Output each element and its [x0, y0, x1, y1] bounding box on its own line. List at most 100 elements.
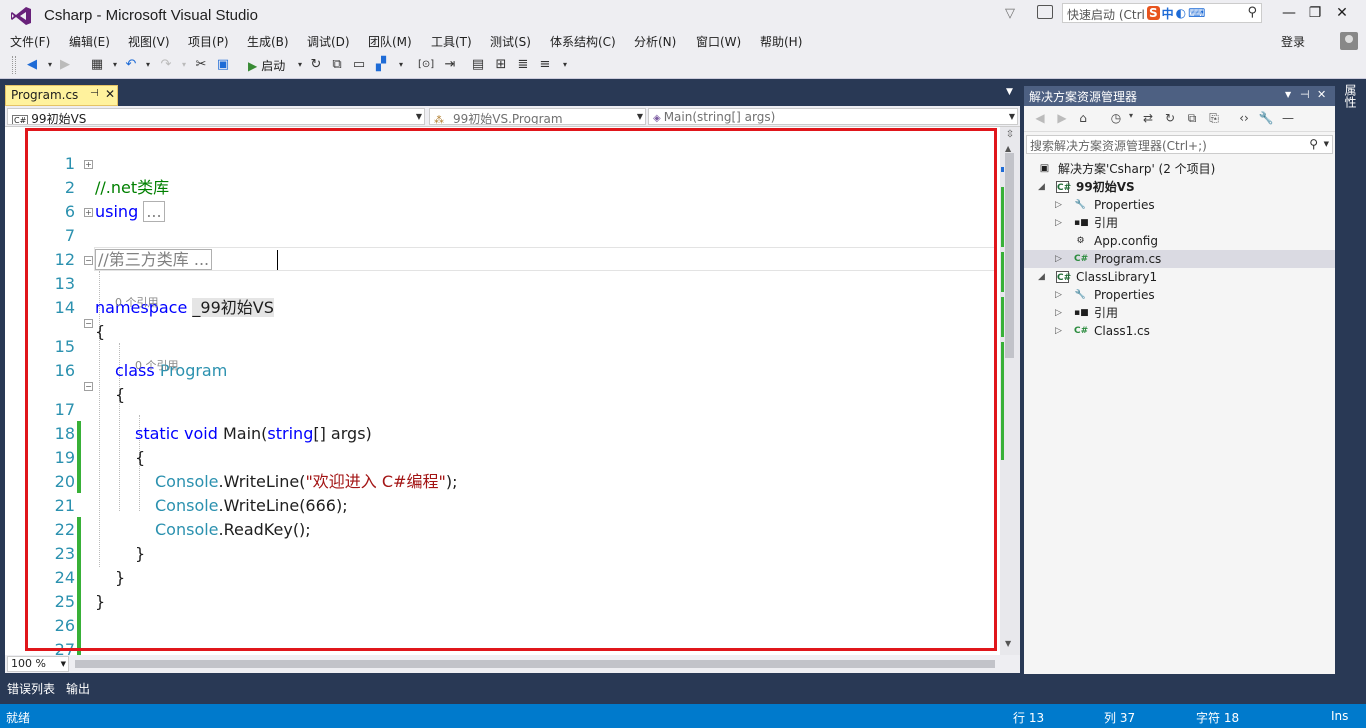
menu-debug[interactable]: 调试(D) — [307, 33, 350, 50]
show-all-files-icon[interactable]: ⎘ — [1206, 111, 1222, 127]
breakpoint-icon[interactable]: [⊙] — [418, 57, 434, 73]
feedback-icon[interactable] — [1037, 5, 1053, 19]
navigate-back-icon[interactable]: ◀ — [24, 57, 40, 73]
document-icon[interactable]: ▤ — [470, 57, 486, 73]
tree-item-properties[interactable]: ▷ 🔧 Properties — [1024, 196, 1335, 214]
collapsed-arrow-icon[interactable]: ▷ — [1055, 196, 1062, 214]
member-dropdown[interactable]: ◈ Main(string[] args) ▼ — [648, 108, 1018, 125]
preview-icon[interactable]: — — [1280, 111, 1296, 127]
pending-dropdown-icon[interactable]: ▾ — [1123, 111, 1139, 127]
collapse-region-icon[interactable]: − — [84, 382, 93, 391]
search-icon[interactable]: ⚲ — [1247, 5, 1257, 20]
ime-logo-icon[interactable]: S — [1147, 6, 1160, 20]
tree-item-project-99[interactable]: ◢ C# 99初始VS — [1024, 178, 1335, 196]
window-position-icon[interactable]: ▼ — [1285, 90, 1291, 99]
cut-icon[interactable]: ✂ — [193, 57, 209, 73]
refresh-icon[interactable]: ↻ — [1162, 111, 1178, 127]
collapsed-arrow-icon[interactable]: ▷ — [1055, 304, 1062, 322]
menu-file[interactable]: 文件(F) — [10, 33, 50, 50]
undo-icon[interactable]: ↶ — [123, 57, 139, 73]
menu-analyze[interactable]: 分析(N) — [634, 33, 676, 50]
tab-program-cs[interactable]: Program.cs ⊣ ✕ — [5, 85, 118, 106]
tree-item-references[interactable]: ▷ ▪■ 引用 — [1024, 214, 1335, 232]
tab-error-list[interactable]: 错误列表 — [7, 680, 55, 697]
collapse-all-icon[interactable]: ⧉ — [1184, 111, 1200, 127]
expand-region-icon[interactable]: + — [84, 208, 93, 217]
tree-item-properties[interactable]: ▷ 🔧 Properties — [1024, 286, 1335, 304]
minimize-button[interactable]: — — [1279, 5, 1299, 21]
maximize-button[interactable]: ❐ — [1305, 5, 1325, 21]
expanded-arrow-icon[interactable]: ◢ — [1038, 178, 1045, 196]
tab-output[interactable]: 输出 — [66, 680, 90, 697]
ime-halfwidth-icon[interactable]: ◐ — [1176, 6, 1186, 20]
horizontal-scrollbar-thumb[interactable] — [75, 660, 995, 668]
start-dropdown-icon[interactable]: ▾ — [292, 57, 308, 73]
start-debugging-button[interactable]: ▶ 启动 — [248, 57, 285, 74]
menu-edit[interactable]: 编辑(E) — [69, 33, 110, 50]
collapsed-arrow-icon[interactable]: ▷ — [1055, 286, 1062, 304]
ime-keyboard-icon[interactable]: ⌨ — [1188, 6, 1205, 20]
bookmark-icon[interactable]: ⊞ — [493, 57, 509, 73]
new-dropdown-icon[interactable]: ▾ — [107, 57, 123, 73]
collapsed-arrow-icon[interactable]: ▷ — [1055, 250, 1062, 268]
ime-toolbar[interactable]: S 中 ◐ ⌨ — [1147, 5, 1205, 21]
zoom-dropdown[interactable]: 100 % ▼ — [7, 656, 69, 672]
menu-help[interactable]: 帮助(H) — [760, 33, 802, 50]
collapsed-arrow-icon[interactable]: ▷ — [1055, 214, 1062, 232]
quick-launch-input[interactable]: 快速启动 (Ctrl S 中 ◐ ⌨ ⚲ — [1062, 3, 1262, 23]
avatar[interactable] — [1340, 32, 1358, 50]
chevron-down-icon[interactable]: ▼ — [1324, 140, 1329, 148]
undo-dropdown-icon[interactable]: ▾ — [140, 57, 156, 73]
ime-chinese-mode[interactable]: 中 — [1162, 5, 1174, 22]
close-tab-icon[interactable]: ✕ — [105, 87, 115, 101]
redo-dropdown-icon[interactable]: ▾ — [176, 57, 192, 73]
class-dropdown[interactable]: ⁂ _99初始VS.Program ▼ — [429, 108, 646, 125]
back-icon[interactable]: ◀ — [1032, 111, 1048, 127]
pin-icon[interactable]: ⊣ — [90, 88, 99, 99]
navigate-forward-icon[interactable]: ▶ — [57, 57, 73, 73]
menu-tools[interactable]: 工具(T) — [431, 33, 472, 50]
project-dropdown[interactable]: C# 99初始VS ▼ — [7, 108, 425, 125]
tree-item-references[interactable]: ▷ ▪■ 引用 — [1024, 304, 1335, 322]
vertical-scrollbar[interactable]: ⇳ ▲ ▼ — [1000, 127, 1020, 655]
pin-icon[interactable]: ⊣ — [1300, 88, 1310, 101]
forward-icon[interactable]: ▶ — [1054, 111, 1070, 127]
collapse-region-icon[interactable]: − — [84, 319, 93, 328]
code-editor[interactable]: 1 //.net类库 2 using ... + 6 7 //第三方类库 ...… — [5, 127, 1000, 655]
toolbar-grip[interactable] — [12, 56, 16, 74]
new-project-icon[interactable]: ▦ — [89, 57, 105, 73]
tab-properties[interactable]: 属性 — [1343, 84, 1359, 118]
menu-view[interactable]: 视图(V) — [128, 33, 170, 50]
sync-icon[interactable]: ⇄ — [1140, 111, 1156, 127]
tree-item-solution[interactable]: ▣ 解决方案'Csharp' (2 个项目) — [1024, 160, 1335, 178]
uncomment-icon[interactable]: ≡ — [537, 57, 553, 73]
comment-icon[interactable]: ≣ — [515, 57, 531, 73]
split-window-icon[interactable]: ⇳ — [1003, 129, 1017, 141]
expand-region-icon[interactable]: + — [84, 160, 93, 169]
notifications-filter-icon[interactable]: ▽ — [1005, 6, 1019, 21]
properties-wrench-icon[interactable]: 🔧 — [1258, 111, 1274, 127]
scroll-down-icon[interactable]: ▼ — [1005, 639, 1011, 648]
toolbar-overflow-icon-2[interactable]: ▾ — [557, 57, 573, 73]
close-icon[interactable]: ✕ — [1317, 88, 1326, 101]
tab-list-dropdown-icon[interactable]: ▼ — [1006, 87, 1013, 97]
scrollbar-thumb[interactable] — [1005, 153, 1014, 358]
sign-in-link[interactable]: 登录 — [1281, 33, 1305, 50]
collapse-region-icon[interactable]: − — [84, 256, 93, 265]
tree-item-app-config[interactable]: ⚙ App.config — [1024, 232, 1335, 250]
back-dropdown-icon[interactable]: ▾ — [42, 57, 58, 73]
toolbar-overflow-icon[interactable]: ▾ — [393, 57, 409, 73]
tree-item-program-cs[interactable]: ▷ C# Program.cs — [1024, 250, 1335, 268]
window-layout-icon[interactable]: ▭ — [351, 57, 367, 73]
codelens-references[interactable]: 0 个引用 — [115, 296, 159, 310]
solution-search-input[interactable]: 搜索解决方案资源管理器(Ctrl+;) ⚲ ▼ — [1026, 135, 1333, 154]
close-button[interactable]: ✕ — [1332, 5, 1352, 21]
browser-link-icon[interactable]: ↻ — [308, 57, 324, 73]
menu-build[interactable]: 生成(B) — [247, 33, 289, 50]
menu-team[interactable]: 团队(M) — [368, 33, 412, 50]
redo-icon[interactable]: ↷ — [158, 57, 174, 73]
pending-changes-icon[interactable]: ◷ — [1108, 111, 1124, 127]
menu-test[interactable]: 测试(S) — [490, 33, 531, 50]
home-icon[interactable]: ⌂ — [1075, 111, 1091, 127]
scroll-up-icon[interactable]: ▲ — [1005, 144, 1011, 153]
